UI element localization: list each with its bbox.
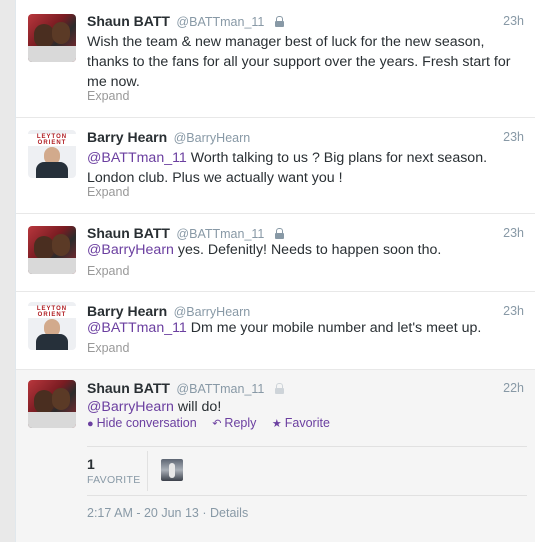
author-handle[interactable]: @BATTman_11	[176, 227, 264, 241]
tweet-header: Shaun BATT @BATTman_11	[87, 13, 284, 31]
expand-link[interactable]: Expand	[87, 341, 129, 355]
hide-conversation-label: Hide conversation	[96, 416, 197, 430]
reply-arrow-icon: ↶	[212, 418, 222, 430]
author-name[interactable]: Shaun BATT	[87, 225, 170, 241]
avatar[interactable]	[28, 14, 76, 62]
avatar[interactable]: LEYTON ORIENT	[28, 130, 76, 178]
tweet-time[interactable]: 23h	[503, 304, 524, 318]
tweet-text-line: me now.	[87, 74, 140, 90]
mention-link[interactable]: @BarryHearn	[87, 242, 174, 258]
tweet-time[interactable]: 22h	[503, 381, 524, 395]
avatar[interactable]	[28, 226, 76, 274]
tweet-text-line: Wish the team & new manager best of luck…	[87, 34, 485, 50]
tweet-timestamp[interactable]: 2:17 AM - 20 Jun 13	[87, 506, 199, 520]
star-icon: ★	[271, 418, 282, 430]
favoriter-avatar[interactable]	[161, 459, 183, 481]
tweet-footer: 2:17 AM - 20 Jun 13 · Details	[87, 506, 248, 520]
tweet-time[interactable]: 23h	[503, 130, 524, 144]
tweet-header: Barry Hearn @BarryHearn	[87, 129, 250, 147]
lock-icon	[274, 383, 284, 394]
conversation-timeline: Shaun BATT @BATTman_11 23h Wish the team…	[15, 0, 535, 542]
footer-separator: ·	[198, 506, 210, 520]
lock-icon	[274, 228, 284, 239]
avatar[interactable]: LEYTON ORIENT	[28, 302, 76, 350]
tweet-1[interactable]: Shaun BATT @BATTman_11 23h Wish the team…	[16, 0, 535, 118]
reply-label: Reply	[224, 416, 257, 430]
tweet-5-expanded[interactable]: Shaun BATT @BATTman_11 22h @BarryHearn w…	[16, 370, 535, 542]
expand-link[interactable]: Expand	[87, 89, 129, 103]
stats-divider	[147, 451, 148, 491]
mention-link[interactable]: @BATTman_11	[87, 320, 187, 336]
hide-conversation-button[interactable]: ● Hide conversation	[87, 416, 197, 430]
favorite-count-label[interactable]: FAVORITE	[87, 474, 141, 486]
reply-button[interactable]: ↶ Reply	[212, 416, 256, 430]
tweet-text-span: Worth talking to us ? Big plans for next…	[186, 150, 488, 166]
tweet-header: Shaun BATT @BATTman_11	[87, 380, 284, 398]
tweet-text: Wish the team & new manager best of luck…	[87, 32, 527, 92]
author-name[interactable]: Barry Hearn	[87, 303, 167, 319]
tweet-text-span: yes. Defenitly! Needs to happen soon tho…	[173, 242, 442, 258]
author-name[interactable]: Shaun BATT	[87, 13, 170, 29]
mention-link[interactable]: @BATTman_11	[87, 150, 187, 166]
tweet-text-span: Dm me your mobile number and let's meet …	[186, 320, 482, 336]
favorite-count[interactable]: 1	[87, 456, 95, 472]
tweet-text-line: London club. Plus we actually want you !	[87, 170, 343, 186]
tweet-stats: 1 FAVORITE	[87, 446, 527, 496]
avatar[interactable]	[28, 380, 76, 428]
tweet-text-span: will do!	[173, 399, 222, 415]
tweet-text: @BarryHearn yes. Defenitly! Needs to hap…	[87, 240, 527, 260]
author-handle[interactable]: @BarryHearn	[174, 131, 251, 145]
tweet-text: @BATTman_11 Worth talking to us ? Big pl…	[87, 148, 527, 188]
tweet-2[interactable]: LEYTON ORIENT Barry Hearn @BarryHearn 23…	[16, 118, 535, 214]
author-handle[interactable]: @BATTman_11	[176, 382, 264, 396]
tweet-time[interactable]: 23h	[503, 226, 524, 240]
tweet-text: @BarryHearn will do!	[87, 397, 527, 417]
author-handle[interactable]: @BarryHearn	[174, 305, 251, 319]
tweet-actions: ● Hide conversation ↶ Reply ★ Favorite	[87, 416, 342, 430]
tweet-4[interactable]: LEYTON ORIENT Barry Hearn @BarryHearn 23…	[16, 292, 535, 370]
details-link[interactable]: Details	[210, 506, 248, 520]
author-name[interactable]: Barry Hearn	[87, 129, 167, 145]
tweet-text: @BATTman_11 Dm me your mobile number and…	[87, 318, 527, 338]
avatar-logo-text: LEYTON ORIENT	[28, 134, 76, 146]
speech-bubble-icon: ●	[87, 418, 94, 430]
tweet-text-line: @BATTman_11 Worth talking to us ? Big pl…	[87, 148, 527, 168]
favorite-label: Favorite	[284, 416, 330, 430]
expand-link[interactable]: Expand	[87, 264, 129, 278]
favorite-button[interactable]: ★ Favorite	[272, 416, 330, 430]
tweet-text-line: thanks to the fans for all your support …	[87, 54, 511, 70]
expand-link[interactable]: Expand	[87, 185, 129, 199]
author-name[interactable]: Shaun BATT	[87, 380, 170, 396]
tweet-3[interactable]: Shaun BATT @BATTman_11 23h @BarryHearn y…	[16, 214, 535, 292]
avatar-logo-text: LEYTON ORIENT	[28, 306, 76, 318]
lock-icon	[274, 16, 284, 27]
mention-link[interactable]: @BarryHearn	[87, 399, 174, 415]
tweet-time[interactable]: 23h	[503, 14, 524, 28]
author-handle[interactable]: @BATTman_11	[176, 15, 264, 29]
